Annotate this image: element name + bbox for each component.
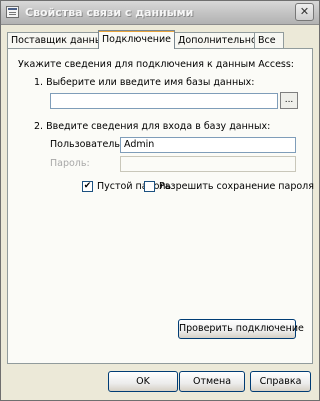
- window-title: Свойства связи с данными: [25, 6, 194, 19]
- blank-password-checkbox[interactable]: ✔: [82, 181, 93, 192]
- help-button[interactable]: Справка: [250, 371, 311, 392]
- check-icon: ✔: [83, 181, 92, 191]
- title-bar[interactable]: Свойства связи с данными ✕: [1, 1, 319, 25]
- connection-panel: Укажите сведения для подключения к данны…: [7, 48, 314, 364]
- test-connection-button[interactable]: Проверить подключение: [178, 319, 304, 339]
- tab-provider[interactable]: Поставщик данных: [7, 32, 99, 48]
- database-name-input[interactable]: [50, 93, 278, 109]
- close-icon: ✕: [299, 5, 310, 18]
- tab-advanced[interactable]: Дополнительно: [174, 32, 255, 48]
- user-field[interactable]: Admin: [120, 137, 296, 153]
- password-label: Пароль:: [50, 158, 90, 169]
- ok-button[interactable]: OK: [108, 371, 178, 392]
- user-label: Пользователь:: [50, 139, 124, 150]
- data-link-icon: [6, 6, 19, 18]
- allow-save-password-label[interactable]: Разрешить сохранение пароля: [159, 181, 314, 192]
- data-link-properties-window: Свойства связи с данными ✕ Поставщик дан…: [0, 0, 320, 401]
- step1-label: 1. Выберите или введите имя базы данных:: [34, 77, 255, 88]
- allow-save-password-checkbox[interactable]: [144, 181, 155, 192]
- intro-label: Укажите сведения для подключения к данны…: [18, 59, 295, 70]
- tab-connection[interactable]: Подключение: [98, 30, 175, 49]
- cancel-button[interactable]: Отмена: [179, 371, 245, 392]
- browse-button[interactable]: ...: [280, 92, 298, 109]
- tab-strip: Поставщик данных Подключение Дополнитель…: [7, 30, 313, 49]
- tab-all[interactable]: Все: [254, 32, 284, 48]
- close-button[interactable]: ✕: [295, 3, 314, 21]
- step2-label: 2. Введите сведения для входа в базу дан…: [34, 121, 271, 132]
- password-field[interactable]: [120, 156, 296, 172]
